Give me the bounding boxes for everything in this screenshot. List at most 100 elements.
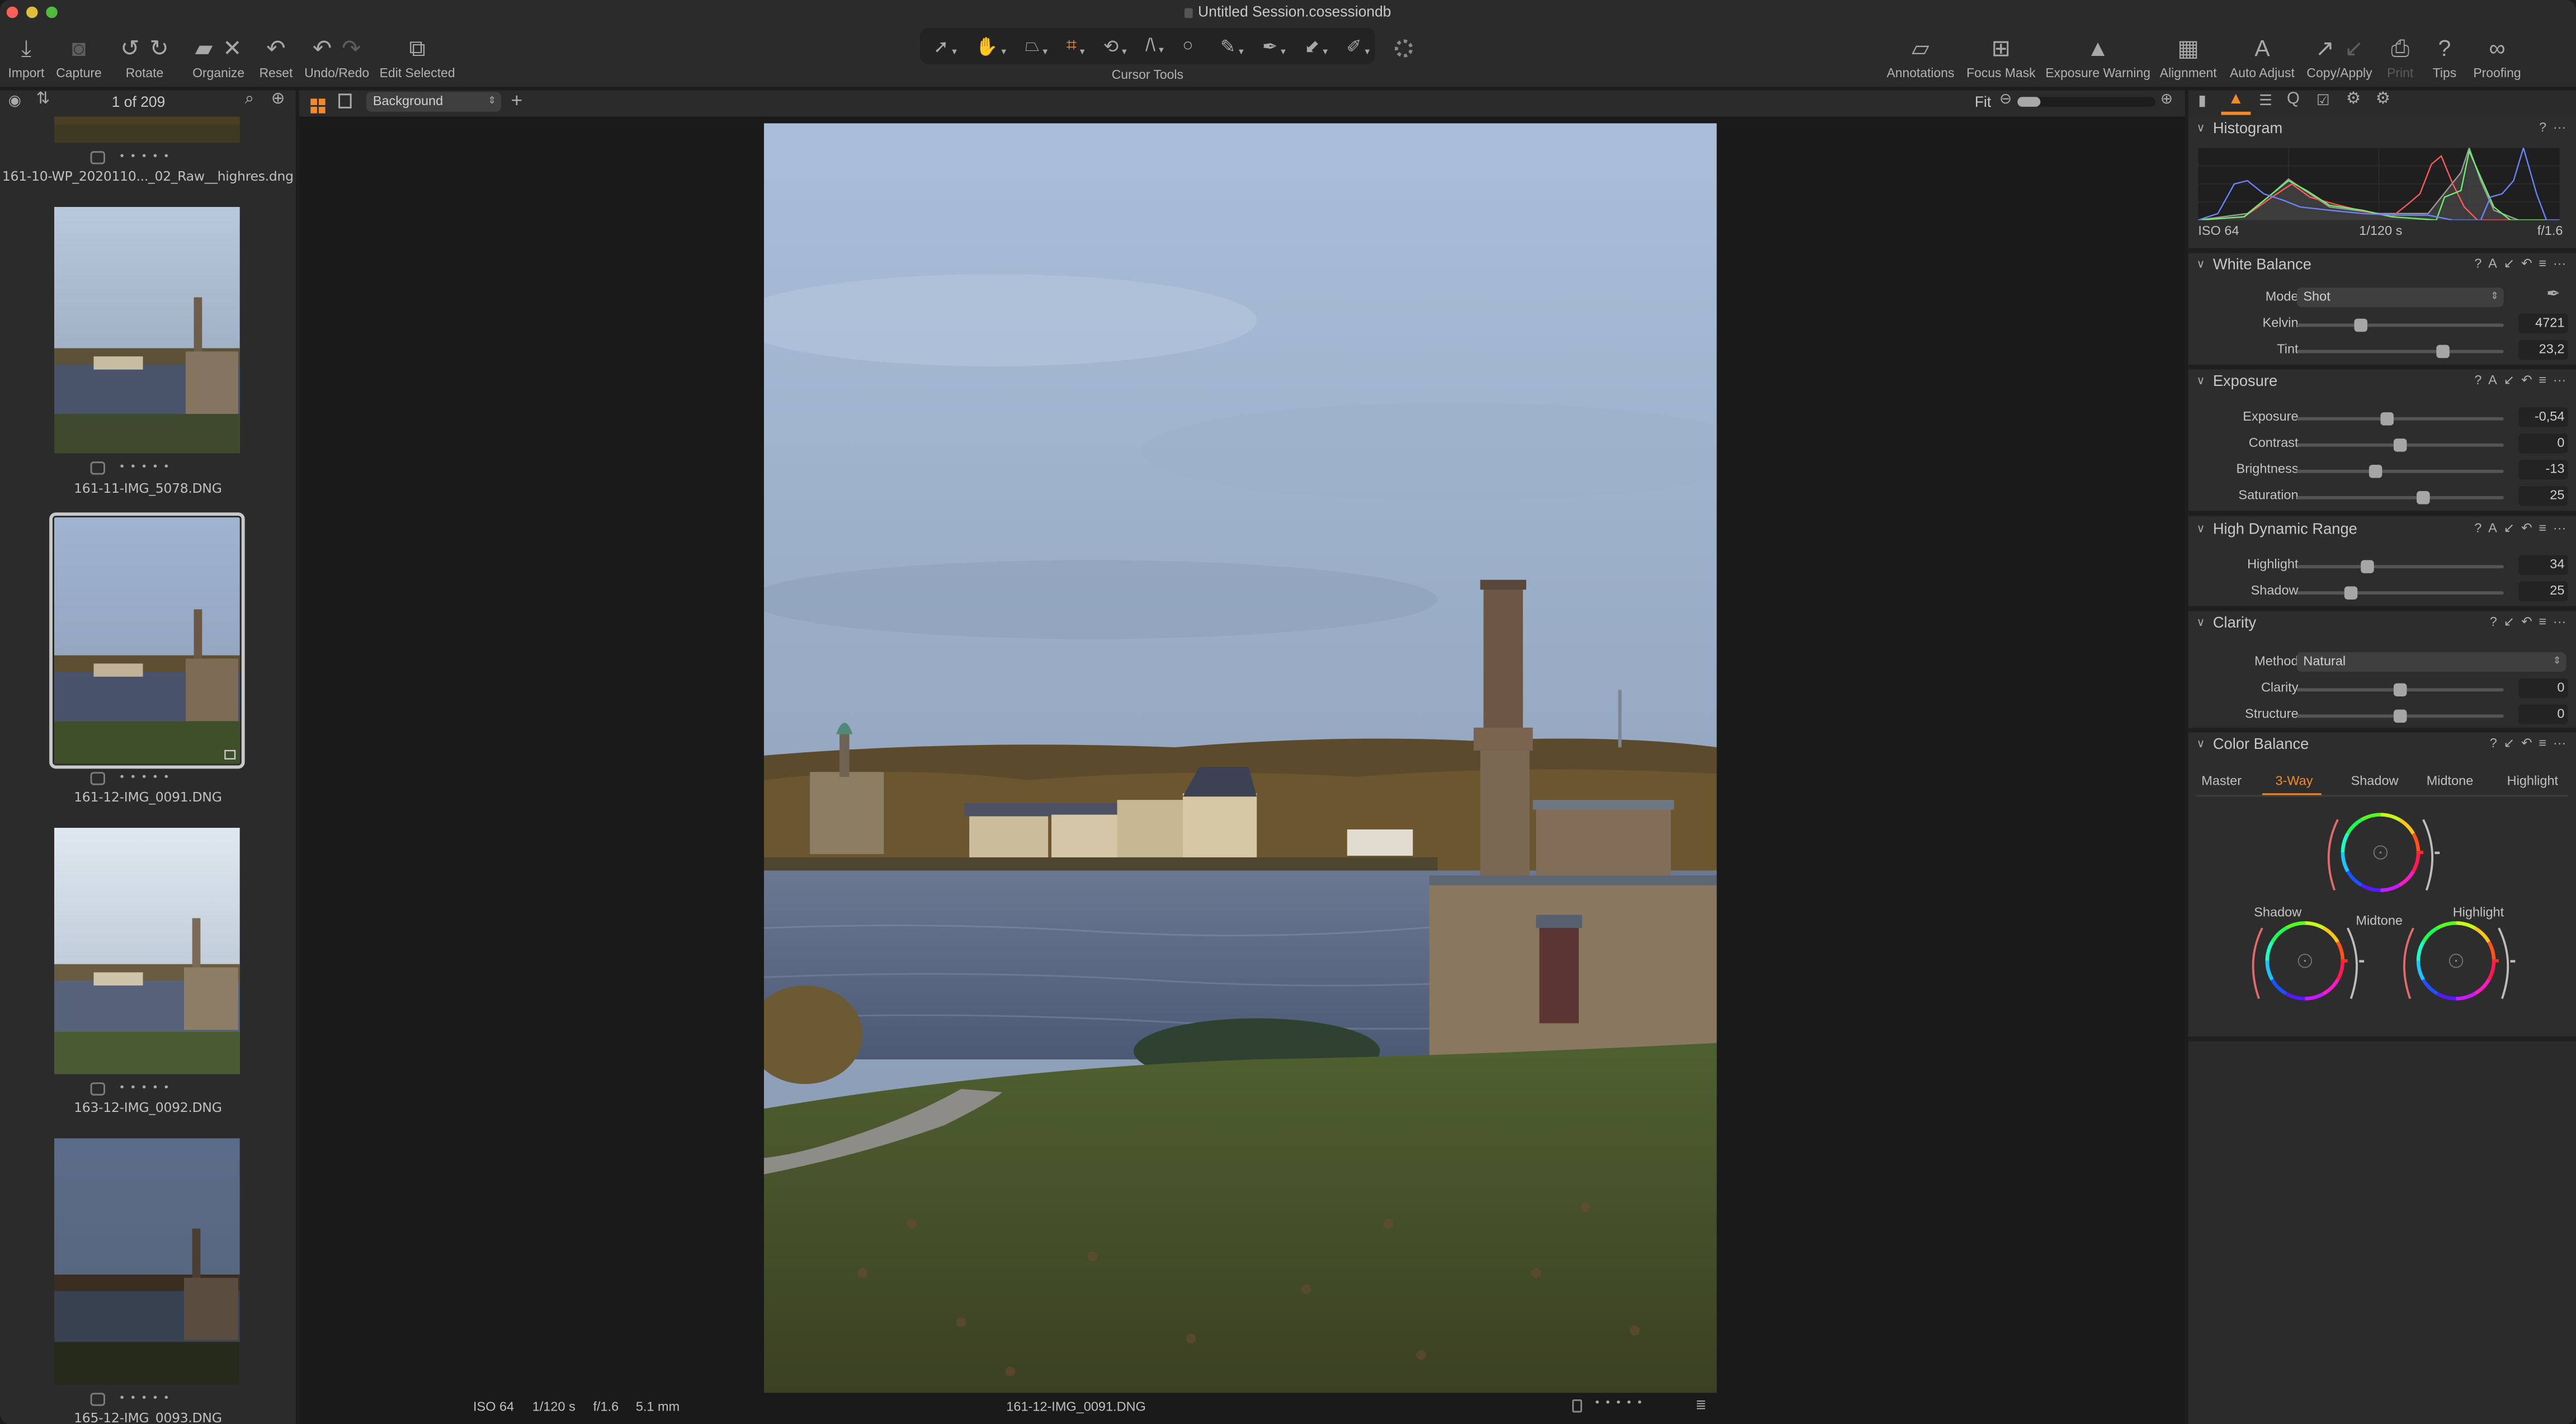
highlight-color-wheel[interactable] — [2390, 917, 2522, 1020]
copy-apply-icon[interactable]: ↙ — [2504, 736, 2515, 751]
thumbnail-161-11[interactable] — [54, 207, 240, 454]
slider-value-field[interactable]: 0 — [2518, 433, 2568, 454]
white-balance-header[interactable]: ∨ White Balance ? A ↙ ↶ ≡ ··· — [2188, 253, 2576, 279]
hdr-header[interactable]: ∨ High Dynamic Range ? A ↙ ↶ ≡ ··· — [2188, 517, 2576, 544]
reset-button[interactable]: ↶ Reset — [256, 31, 296, 87]
search-icon[interactable]: ⌕ — [245, 91, 254, 109]
help-icon[interactable]: ? — [2490, 614, 2497, 629]
zoom-slider-thumb[interactable] — [2017, 97, 2041, 107]
pan-icon[interactable]: ✋ ▼ — [975, 35, 1008, 56]
print-button[interactable]: ⎙ Print — [2382, 31, 2418, 87]
adjustments-tab-icon[interactable]: ⚙ — [2346, 91, 2361, 109]
lightness-arc[interactable] — [2498, 927, 2509, 999]
alignment-button[interactable]: ▦ Alignment — [2157, 31, 2220, 87]
histogram-header[interactable]: ∨ Histogram ? ··· — [2188, 116, 2576, 143]
slider-value-field[interactable]: 0 — [2518, 678, 2568, 699]
shadow-color-wheel[interactable] — [2239, 917, 2371, 1020]
auto-icon[interactable]: A — [2488, 373, 2497, 388]
more-options-icon[interactable]: ··· — [2553, 521, 2566, 535]
thumbnail-163-12[interactable] — [54, 828, 240, 1074]
help-icon[interactable]: ? — [2474, 521, 2481, 535]
tab-midtone[interactable]: Midtone — [2427, 774, 2474, 788]
more-options-icon[interactable]: ··· — [2553, 373, 2566, 388]
wb-picker-icon[interactable]: ✒ — [2546, 286, 2560, 304]
select-icon[interactable]: ➚ ▼ — [933, 35, 959, 56]
collapse-chevron-icon[interactable]: ∨ — [2196, 738, 2205, 751]
eraser-icon[interactable]: ⬋ ▼ — [1304, 35, 1329, 56]
zoom-out-icon[interactable]: ⊖ — [1999, 91, 2012, 109]
lightness-marker[interactable] — [2435, 851, 2440, 855]
wb-mode-select[interactable]: Shot ⇕ — [2296, 287, 2504, 308]
more-options-icon[interactable]: ··· — [2553, 736, 2566, 751]
details-tab-icon[interactable]: Q — [2287, 91, 2300, 109]
tips-button[interactable]: ? Tips — [2427, 31, 2463, 87]
saturation-arc[interactable] — [2252, 927, 2263, 999]
saturation-arc[interactable] — [2403, 927, 2414, 999]
midtone-color-wheel[interactable] — [2315, 808, 2446, 912]
presets-icon[interactable]: ≡ — [2539, 373, 2546, 388]
organize-button[interactable]: ▰ ✕ Organize — [187, 31, 250, 87]
slider-track[interactable] — [2296, 491, 2504, 504]
star-rating[interactable]: ••••• — [120, 1393, 175, 1406]
zoom-slider[interactable] — [2017, 97, 2155, 107]
eye-filter-icon[interactable]: ◉ — [8, 92, 21, 110]
more-options-icon[interactable]: ··· — [2553, 120, 2566, 134]
reset-icon[interactable]: ↶ — [2521, 373, 2532, 388]
add-layer-icon[interactable]: + — [511, 89, 523, 112]
tab-shadow[interactable]: Shadow — [2351, 774, 2399, 788]
collapse-chevron-icon[interactable]: ∨ — [2196, 375, 2205, 388]
metadata-tab-icon[interactable]: ☑ — [2316, 92, 2330, 110]
select-checkbox[interactable] — [90, 461, 105, 475]
variant-stack-icon[interactable]: ≣ — [1696, 1398, 1707, 1412]
main-photo[interactable] — [763, 123, 1717, 1393]
slider-value-field[interactable]: 4721 — [2518, 313, 2568, 334]
presets-icon[interactable]: ≡ — [2539, 614, 2546, 629]
import-button[interactable]: ⤓ Import — [5, 31, 48, 87]
copy-apply-icon[interactable]: ↙ — [2504, 256, 2515, 271]
help-icon[interactable]: ? — [2474, 256, 2481, 271]
copy-apply-icon[interactable]: ↙ — [2504, 373, 2515, 388]
saturation-arc[interactable] — [2327, 819, 2339, 891]
help-icon[interactable]: ? — [2490, 736, 2497, 751]
slider-value-field[interactable]: 34 — [2518, 555, 2568, 575]
presets-icon[interactable]: ≡ — [2539, 521, 2546, 535]
library-tab-icon[interactable]: ▮ — [2198, 92, 2206, 110]
zoom-fit-label[interactable]: Fit — [1975, 93, 1991, 110]
select-checkbox[interactable] — [1572, 1399, 1582, 1413]
slider-knob[interactable] — [2393, 709, 2407, 723]
slider-value-field[interactable]: 23,2 — [2518, 340, 2568, 360]
slider-value-field[interactable]: 25 — [2518, 486, 2568, 506]
select-checkbox[interactable] — [90, 1082, 105, 1096]
hue-marker[interactable] — [2417, 851, 2423, 855]
undo-redo-button[interactable]: ↶ ↷ Undo/Redo — [303, 31, 371, 87]
slider-track[interactable] — [2296, 412, 2504, 426]
rotate-tool-icon[interactable]: ⟲ ▼ — [1103, 35, 1129, 56]
proofing-button[interactable]: ∞ Proofing — [2468, 31, 2527, 87]
zoom-in-icon[interactable]: ⊕ — [2160, 91, 2173, 109]
auto-icon[interactable]: A — [2488, 256, 2497, 271]
spot-removal-icon[interactable]: ○ — [1182, 36, 1193, 56]
clarity-header[interactable]: ∨ Clarity ? ↙ ↶ ≡ ··· — [2188, 611, 2576, 637]
slider-value-field[interactable]: -0,54 — [2518, 407, 2568, 427]
help-icon[interactable]: ? — [2474, 373, 2481, 388]
hue-marker[interactable] — [2341, 959, 2348, 963]
presets-icon[interactable]: ≡ — [2539, 736, 2546, 751]
slider-track[interactable] — [2296, 683, 2504, 697]
collapse-chevron-icon[interactable]: ∨ — [2196, 522, 2205, 536]
clarity-method-select[interactable]: Natural ⇕ — [2296, 652, 2566, 672]
hue-marker[interactable] — [2492, 959, 2499, 963]
slider-track[interactable] — [2296, 586, 2504, 600]
slider-track[interactable] — [2296, 709, 2504, 723]
color-picker-icon[interactable]: ✒ ▼ — [1262, 35, 1287, 56]
slider-value-field[interactable]: 0 — [2518, 704, 2568, 725]
lightness-arc[interactable] — [2346, 927, 2358, 999]
slider-knob[interactable] — [2416, 491, 2430, 504]
zoom-in-browser-icon[interactable]: ⊕ — [271, 91, 285, 109]
star-rating[interactable]: ••••• — [120, 461, 175, 474]
reset-icon[interactable]: ↶ — [2521, 521, 2532, 535]
focus-mask-button[interactable]: ⊞ Focus Mask — [1965, 31, 2037, 87]
straighten-icon[interactable]: /\ ▼ — [1145, 36, 1166, 56]
select-checkbox[interactable] — [90, 1393, 105, 1406]
thumbnail-partial[interactable] — [54, 116, 240, 143]
collapse-chevron-icon[interactable]: ∨ — [2196, 258, 2205, 271]
